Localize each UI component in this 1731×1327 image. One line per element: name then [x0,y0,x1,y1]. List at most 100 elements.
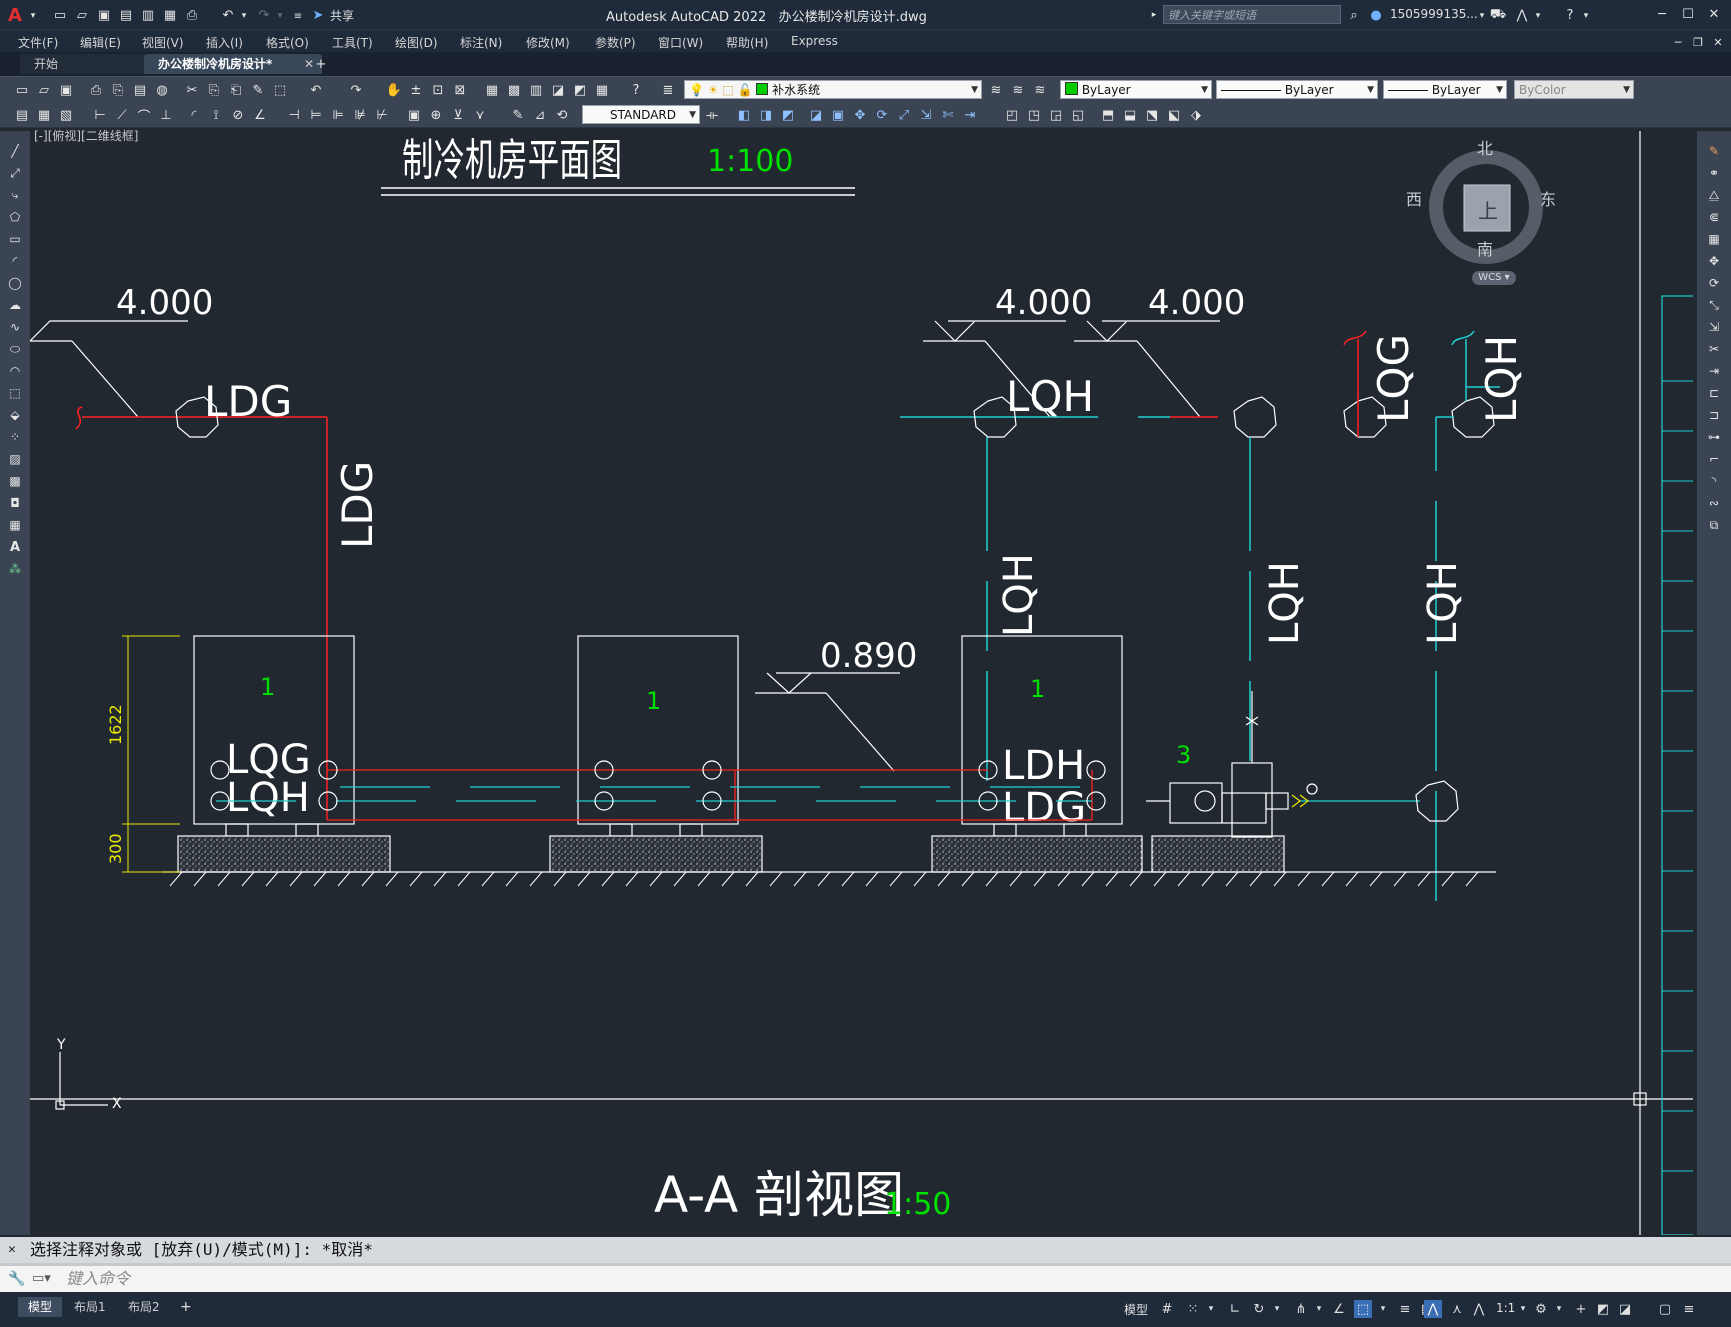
make-current-icon[interactable]: ≋ [988,82,1004,98]
customize-status-icon[interactable]: ≡ [1680,1300,1698,1318]
hardware-accel-icon[interactable]: ◪ [1616,1300,1634,1318]
share-button[interactable]: 共享 [330,7,354,24]
tolerance-icon[interactable]: ▣ [406,107,422,123]
construction-line-icon[interactable]: ⤢ [7,165,23,181]
menu-help[interactable]: 帮助(H) [726,34,768,51]
modify-erase-icon[interactable]: ◧ [736,107,752,123]
command-settings-icon[interactable]: 🔧 [8,1266,25,1292]
hatch-icon[interactable]: ▨ [7,451,23,467]
viewcube[interactable]: 北 南 西 东 上 WCS ▾ [1390,131,1556,301]
open-icon[interactable]: ▱ [36,82,52,98]
viewcube-south[interactable]: 南 [1477,236,1493,260]
hatch-back-icon[interactable]: ⬓ [1122,107,1138,123]
polygon-icon[interactable]: ⬠ [7,209,23,225]
wblock-icon[interactable]: ▦ [36,107,52,123]
menu-insert[interactable]: 插入(I) [206,34,243,51]
viewcube-west[interactable]: 西 [1406,186,1422,210]
menu-parametric[interactable]: 参数(P) [595,34,636,51]
redo-tb-icon[interactable]: ↷ [348,82,364,98]
arc-icon[interactable]: ◜ [7,253,23,269]
publish-icon[interactable]: ▦ [162,7,178,23]
undo-tb-icon[interactable]: ↶ [308,82,324,98]
line-icon[interactable]: ╱ [7,143,23,159]
zoom-realtime-icon[interactable]: ± [408,82,424,98]
qnew-icon[interactable]: ▭ [14,82,30,98]
modify-trim-icon[interactable]: ✄ [940,107,956,123]
insert-block-icon[interactable]: ⬚ [7,385,23,401]
lineweight-dropdown[interactable]: ByLayer ▼ [1383,80,1507,99]
draworder-above-icon[interactable]: ◲ [1048,107,1064,123]
tab-start[interactable]: 开始 [20,54,148,74]
jogged-linear-icon[interactable]: ⋎ [472,107,488,123]
dim-update-icon[interactable]: ⟲ [554,107,570,123]
chiller-2[interactable] [577,635,739,825]
user-icon[interactable]: ● [1368,7,1384,23]
dimstyle-dropdown-arrow-icon[interactable]: ▼ [689,106,696,123]
modify-move-icon[interactable]: ✥ [852,107,868,123]
radius-dim-icon[interactable]: ◜ [186,107,202,123]
menu-dimension[interactable]: 标注(N) [460,34,502,51]
calculator-icon[interactable]: ▦ [594,82,610,98]
lineweight-icon[interactable]: ≡ [1396,1300,1414,1318]
text-front-icon[interactable]: ⬒ [1100,107,1116,123]
region-icon[interactable]: ◘ [7,495,23,511]
layer-state-icon[interactable]: ≋ [1032,82,1048,98]
break-point-icon[interactable]: ⊏ [1706,385,1722,401]
properties-icon[interactable]: ▦ [484,82,500,98]
array-icon[interactable]: ▦ [1706,231,1722,247]
dimstyle-dropdown[interactable]: STANDARD ▼ [582,105,700,124]
light-bulb-icon[interactable]: 💡 [689,83,704,97]
color-dropdown[interactable]: ByLayer ▼ [1060,80,1212,99]
erase-icon[interactable]: ✎ [1706,143,1722,159]
wcs-button[interactable]: WCS ▾ [1472,271,1516,285]
osnap-icon[interactable]: ⬚ [1354,1300,1372,1318]
design-center-icon[interactable]: ▩ [506,82,522,98]
command-input-row[interactable]: 🔧 ▭▾ 键入命令 [0,1266,1731,1292]
layer-properties-icon[interactable]: ≣ [660,82,676,98]
search-icon[interactable]: ⌕ [1346,7,1362,23]
break-dim-icon[interactable]: ⊬ [374,107,390,123]
menu-edit[interactable]: 编辑(E) [80,34,121,51]
copy-object-icon[interactable]: ⚭ [1706,165,1722,181]
menu-window[interactable]: 窗口(W) [658,34,703,51]
scale-dropdown-icon[interactable]: ▾ [1514,1300,1532,1318]
arc-length-icon[interactable]: ⌒ [136,107,152,125]
mtext-icon[interactable]: A [7,539,23,555]
ellipse-icon[interactable]: ⬭ [7,341,23,357]
drawing-canvas[interactable]: [-][俯视][二维线框] 制冷机房平面图 1:100 4.000 LDG LD… [30,129,1693,1235]
layer-dropdown[interactable]: 💡 ☀ ⬚ 🔓 补水系统 ▼ [684,80,982,99]
draworder-back-icon[interactable]: ◳ [1026,107,1042,123]
center-mark-icon[interactable]: ⊕ [428,107,444,123]
modify-copy-icon[interactable]: ◨ [758,107,774,123]
lineweight-dropdown-arrow-icon[interactable]: ▼ [1496,81,1503,98]
undo-icon[interactable]: ↶ [220,7,236,23]
scale-icon[interactable]: ⤡ [1706,297,1722,313]
cart-icon[interactable]: ⛟ [1490,7,1506,23]
maximize-icon[interactable]: ☐ [1680,6,1696,22]
layer-walk-icon[interactable]: ▧ [58,107,74,123]
new-file-icon[interactable]: ▭ [52,7,68,23]
lock-icon[interactable]: 🔓 [738,83,753,97]
clean-screen-icon[interactable]: ▢ [1656,1300,1674,1318]
polyline-icon[interactable]: ⤷ [7,187,23,203]
blend-curves-icon[interactable]: ∾ [1706,495,1722,511]
share-icon[interactable]: ➤ [310,7,326,23]
save-icon[interactable]: ▣ [96,7,112,23]
search-input[interactable]: 键入关键字或短语 [1163,5,1341,24]
tool-palettes-icon[interactable]: ▥ [528,82,544,98]
user-dropdown-icon[interactable]: ▾ [1474,8,1490,24]
spline-icon[interactable]: ∿ [7,319,23,335]
ordinate-dim-icon[interactable]: ⊥ [158,107,174,123]
plot-tb-icon[interactable]: ⎙ [88,82,104,98]
chamfer-icon[interactable]: ⌐ [1706,451,1722,467]
zoom-window-icon[interactable]: ⊡ [430,82,446,98]
menu-view[interactable]: 视图(V) [142,34,184,51]
fillet-icon[interactable]: ◝ [1706,473,1722,489]
angular-dim-icon[interactable]: ∠ [252,107,268,123]
otrack-icon[interactable]: ∠ [1330,1300,1348,1318]
plot-icon[interactable]: ⎙ [184,7,200,23]
viewcube-north[interactable]: 北 [1477,135,1493,159]
add-layout-icon[interactable]: + [180,1299,192,1315]
publish-tb-icon[interactable]: ▤ [132,82,148,98]
layer-dropdown-arrow-icon[interactable]: ▼ [971,81,978,98]
